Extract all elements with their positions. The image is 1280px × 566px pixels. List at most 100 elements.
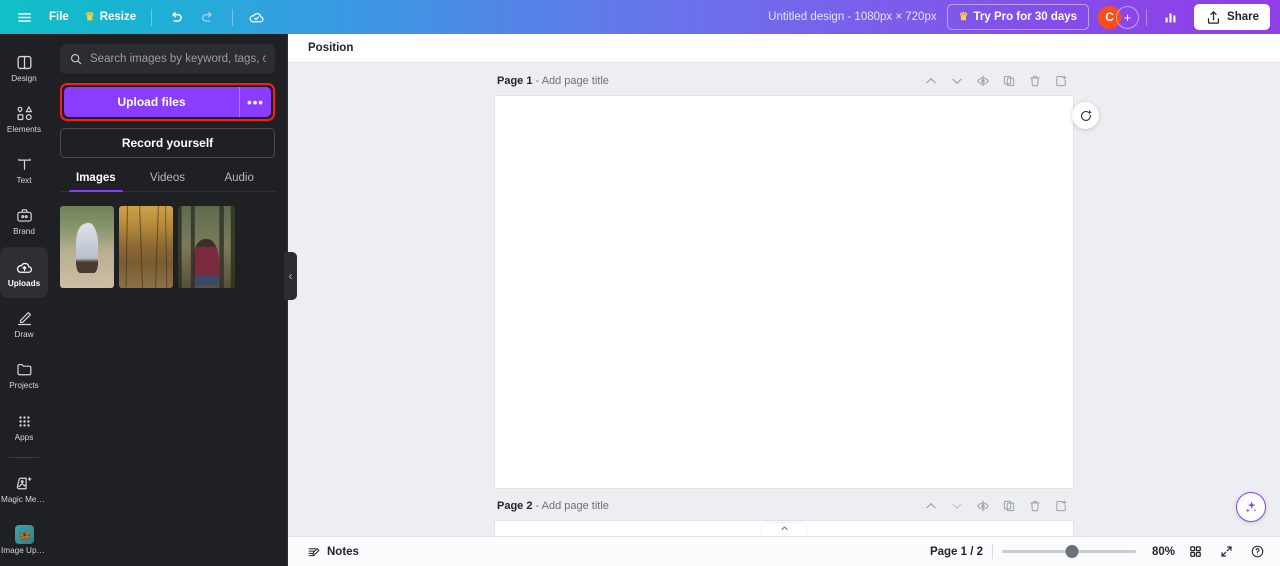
toolbar-divider-2 bbox=[232, 8, 234, 26]
chevron-up-icon bbox=[925, 77, 936, 83]
sidebar-item-image-upscaler[interactable]: 🦋 Image Ups... bbox=[0, 515, 48, 566]
tab-videos[interactable]: Videos bbox=[132, 172, 204, 191]
try-pro-button[interactable]: ♛ Try Pro for 30 days bbox=[946, 4, 1090, 30]
undo-icon bbox=[167, 9, 184, 26]
search-input[interactable] bbox=[90, 53, 266, 65]
page-1-header: Page 1 - Add page title bbox=[495, 63, 1073, 96]
insights-button[interactable] bbox=[1154, 4, 1187, 30]
sidebar-item-magic-media[interactable]: Magic Med... bbox=[0, 463, 48, 514]
toolbar-divider-1 bbox=[151, 8, 153, 26]
page-indicator[interactable]: Page 1 / 2 bbox=[930, 546, 983, 558]
bottom-bar-right: Page 1 / 2 80% bbox=[930, 541, 1268, 563]
delete-page-button[interactable] bbox=[1024, 495, 1045, 516]
photo-subject bbox=[192, 238, 220, 287]
editor-main-area: Position Page 1 - Add page title Page 2 … bbox=[288, 34, 1280, 566]
sidebar-item-label: Magic Med... bbox=[1, 495, 47, 504]
cloud-save-status-button[interactable] bbox=[240, 4, 273, 30]
add-page-button[interactable] bbox=[1050, 70, 1071, 91]
uploads-panel: Upload files ••• Record yourself Images … bbox=[48, 34, 288, 566]
sidebar-item-brand[interactable]: Brand bbox=[0, 196, 48, 247]
sidebar-item-elements[interactable]: Elements bbox=[0, 93, 48, 144]
page-title-separator: - bbox=[535, 74, 540, 87]
zoom-level[interactable]: 80% bbox=[1145, 546, 1175, 558]
sidebar-item-label: Text bbox=[16, 177, 32, 186]
sidebar-item-design[interactable]: Design bbox=[0, 42, 48, 93]
help-question-icon bbox=[1251, 545, 1263, 558]
page-2-title[interactable]: Page 2 - Add page title bbox=[497, 500, 609, 512]
duplicate-page-button[interactable] bbox=[998, 495, 1019, 516]
page-1-canvas[interactable] bbox=[495, 96, 1073, 488]
hide-page-button[interactable] bbox=[972, 495, 993, 516]
projects-folder-icon bbox=[15, 360, 34, 379]
position-button[interactable]: Position bbox=[300, 38, 361, 58]
chevron-down-icon bbox=[951, 78, 962, 84]
magic-media-icon bbox=[15, 474, 34, 493]
resize-button[interactable]: ♛ Resize bbox=[77, 4, 144, 30]
notes-icon bbox=[308, 547, 320, 556]
sidebar-item-label: Design bbox=[11, 74, 37, 83]
share-button[interactable]: Share bbox=[1194, 4, 1270, 30]
canvas-scroll-area[interactable]: Page 1 - Add page title Page 2 - Add pag… bbox=[288, 63, 1280, 536]
hide-page-button[interactable] bbox=[972, 70, 993, 91]
bottom-bar-divider bbox=[992, 544, 993, 559]
sidebar-item-text[interactable]: Text bbox=[0, 145, 48, 196]
grid-view-button[interactable] bbox=[1184, 541, 1206, 563]
hamburger-menu-button[interactable] bbox=[8, 4, 41, 30]
sidebar-item-label: Brand bbox=[13, 228, 35, 237]
magic-assistant-sparkle-icon bbox=[1245, 501, 1257, 513]
apps-grid-icon bbox=[15, 412, 34, 431]
chevron-up-icon bbox=[925, 502, 936, 508]
uploads-cloud-icon bbox=[15, 258, 34, 277]
sidebar-item-draw[interactable]: Draw bbox=[0, 298, 48, 349]
add-comment-button[interactable] bbox=[1072, 102, 1099, 129]
tab-images[interactable]: Images bbox=[60, 172, 132, 192]
sidebar-item-apps[interactable]: Apps bbox=[0, 401, 48, 452]
zoom-slider-knob[interactable] bbox=[1065, 545, 1079, 558]
move-page-up-button[interactable] bbox=[920, 495, 941, 516]
delete-page-button[interactable] bbox=[1024, 70, 1045, 91]
elements-shapes-icon bbox=[15, 104, 34, 123]
sidebar-item-label: Elements bbox=[6, 125, 42, 134]
magic-assistant-button[interactable] bbox=[1236, 492, 1266, 522]
help-button[interactable] bbox=[1246, 541, 1268, 563]
autumn-forest-path-photo[interactable] bbox=[119, 206, 173, 288]
fullscreen-icon bbox=[1220, 546, 1232, 557]
sidebar-item-label: Projects bbox=[9, 382, 39, 391]
trash-icon bbox=[1029, 75, 1040, 86]
move-page-down-button[interactable] bbox=[946, 70, 967, 91]
sidebar-divider bbox=[9, 457, 39, 459]
search-bar[interactable] bbox=[60, 44, 275, 74]
document-title[interactable]: Untitled design - 1080px × 720px bbox=[758, 5, 946, 29]
sidebar-item-projects[interactable]: Projects bbox=[0, 350, 48, 401]
fullscreen-button[interactable] bbox=[1215, 541, 1237, 563]
duplicate-page-button[interactable] bbox=[998, 70, 1019, 91]
upload-files-button[interactable]: Upload files bbox=[64, 87, 239, 117]
woman-in-forest-photo[interactable] bbox=[178, 206, 235, 288]
move-page-up-button[interactable] bbox=[920, 70, 941, 91]
undo-button[interactable] bbox=[159, 4, 192, 30]
notes-button[interactable]: Notes bbox=[300, 541, 366, 563]
sidebar-item-uploads[interactable]: Uploads bbox=[0, 247, 48, 299]
upload-files-highlight: Upload files ••• bbox=[60, 83, 275, 121]
girl-with-camera-photo[interactable] bbox=[60, 206, 114, 288]
top-toolbar-left: File ♛ Resize bbox=[0, 0, 273, 34]
add-page-button[interactable] bbox=[1050, 495, 1071, 516]
page-title-separator: - bbox=[535, 499, 540, 512]
upload-more-options-button[interactable]: ••• bbox=[239, 87, 271, 117]
record-yourself-button[interactable]: Record yourself bbox=[60, 128, 275, 158]
invite-members-button[interactable]: + bbox=[1116, 5, 1140, 29]
zoom-slider[interactable] bbox=[1002, 545, 1136, 559]
tab-audio[interactable]: Audio bbox=[203, 172, 275, 191]
sidebar-item-label: Uploads bbox=[7, 279, 41, 288]
uploaded-images-grid bbox=[60, 206, 275, 288]
show-pages-panel-handle[interactable] bbox=[761, 523, 807, 536]
page-2-header: Page 2 - Add page title bbox=[495, 488, 1073, 521]
file-menu-button[interactable]: File bbox=[41, 4, 77, 30]
resize-label: Resize bbox=[99, 11, 137, 23]
page-1-title[interactable]: Page 1 - Add page title bbox=[497, 75, 609, 87]
notes-label: Notes bbox=[327, 545, 359, 558]
add-page-icon bbox=[1055, 499, 1067, 511]
collapse-panel-handle[interactable] bbox=[284, 252, 297, 300]
redo-button[interactable] bbox=[192, 4, 225, 30]
move-page-down-button[interactable] bbox=[946, 495, 967, 516]
